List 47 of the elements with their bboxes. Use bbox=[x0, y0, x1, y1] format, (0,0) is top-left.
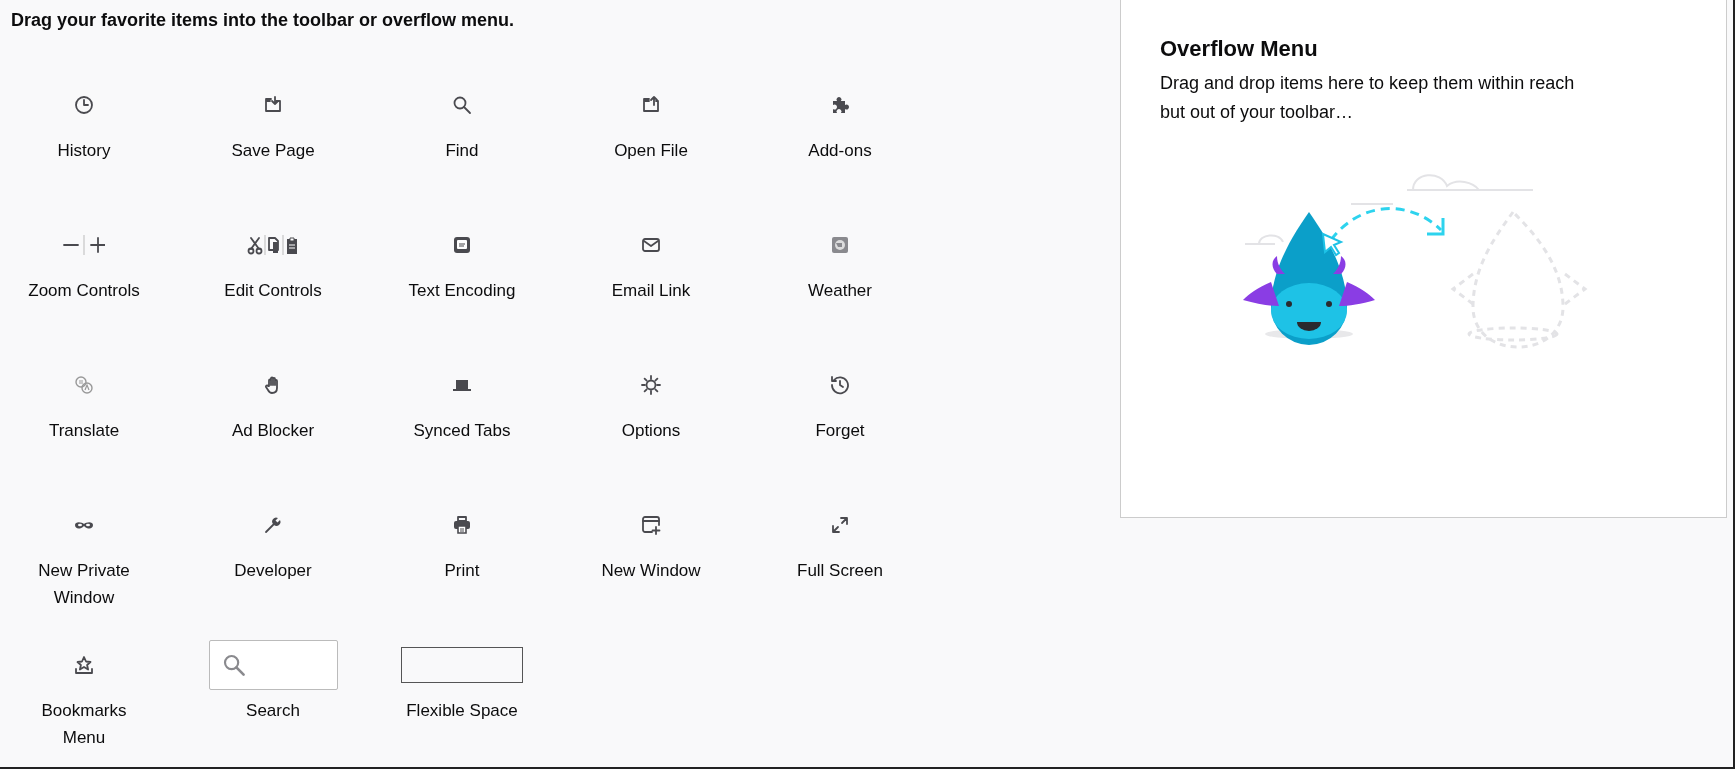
toolbar-item[interactable]: Email Link bbox=[611, 230, 691, 304]
toolbar-item[interactable]: Weather bbox=[808, 230, 872, 304]
toolbar-item[interactable]: Find bbox=[445, 90, 479, 164]
toolbar-item[interactable]: Bookmarks Menu bbox=[19, 650, 149, 751]
folder-download-icon bbox=[263, 95, 283, 115]
panel-title: Overflow Menu bbox=[1160, 35, 1319, 63]
search-icon bbox=[452, 95, 472, 115]
window-plus-icon bbox=[641, 515, 661, 535]
minus-plus-icon bbox=[63, 235, 105, 255]
globe-square-icon bbox=[830, 235, 850, 255]
toolbar-item[interactable]: Save Page bbox=[231, 90, 315, 164]
history-icon bbox=[830, 375, 850, 395]
character-square-icon bbox=[452, 235, 472, 255]
toolbar-item[interactable]: Add-ons bbox=[808, 90, 872, 164]
item-label: Search bbox=[246, 700, 300, 722]
toolbar-item[interactable]: Print bbox=[444, 510, 480, 584]
star-tray-icon bbox=[74, 655, 94, 675]
toolbar-item[interactable]: New Window bbox=[601, 510, 701, 584]
wrench-icon bbox=[263, 515, 283, 535]
toolbar-item[interactable]: Options bbox=[621, 370, 681, 444]
envelope-icon bbox=[641, 235, 661, 255]
toolbar-item[interactable]: Synced Tabs bbox=[413, 370, 511, 444]
toolbar-item[interactable]: Text Encoding bbox=[408, 230, 516, 304]
diagonal-arrows-icon bbox=[830, 515, 850, 535]
toolbar-item[interactable]: Open File bbox=[614, 90, 688, 164]
cut-copy-paste-icon bbox=[247, 235, 299, 255]
toolbar-item[interactable]: Full Screen bbox=[797, 510, 883, 584]
puzzle-icon bbox=[830, 95, 850, 115]
item-label: Flexible Space bbox=[406, 700, 518, 722]
search-icon bbox=[221, 653, 246, 677]
panel-description: Drag and drop items here to keep them within reach but out of your toolbar… bbox=[1160, 72, 1576, 124]
toolbar-item[interactable]: Developer bbox=[234, 510, 312, 584]
toolbar-item[interactable]: History bbox=[57, 90, 111, 164]
flexible-space-box[interactable] bbox=[401, 647, 523, 683]
toolbar-item[interactable]: New Private Window bbox=[19, 510, 149, 611]
folder-upload-icon bbox=[641, 95, 661, 115]
clock-icon bbox=[74, 95, 94, 115]
gear-icon bbox=[641, 375, 661, 395]
toolbar-item[interactable]: Forget bbox=[815, 370, 865, 444]
translate-icon bbox=[74, 375, 94, 395]
toolbar-item[interactable]: Edit Controls bbox=[224, 230, 322, 304]
toolbar-item[interactable]: Zoom Controls bbox=[28, 230, 140, 304]
printer-icon bbox=[452, 515, 472, 535]
toolbar-item[interactable]: Ad Blocker bbox=[231, 370, 315, 444]
toolbar-item[interactable]: Translate bbox=[48, 370, 120, 444]
page-heading: Drag your favorite items into the toolbar or overflow menu. bbox=[11, 9, 516, 32]
search-field[interactable] bbox=[208, 640, 338, 690]
